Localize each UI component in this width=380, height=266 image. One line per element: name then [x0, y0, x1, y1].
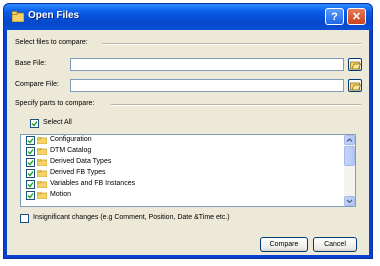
part-checkbox[interactable]	[26, 180, 35, 189]
part-label: Derived Data Types	[50, 158, 112, 165]
scroll-down-button[interactable]	[344, 196, 355, 206]
checkmark-icon	[31, 121, 38, 127]
base-file-label: Base File:	[15, 60, 47, 67]
vertical-scrollbar[interactable]	[344, 135, 355, 206]
open-folder-icon	[350, 61, 361, 70]
folder-icon	[37, 159, 47, 166]
divider	[102, 43, 361, 45]
part-label: Variables and FB Instances	[50, 180, 136, 187]
compare-button[interactable]: Compare	[260, 237, 308, 252]
part-label: Configuration	[50, 136, 92, 143]
folder-icon	[37, 181, 47, 188]
insignificant-changes-checkbox[interactable]	[20, 214, 29, 223]
part-checkbox[interactable]	[26, 169, 35, 178]
part-checkbox[interactable]	[26, 147, 35, 156]
part-label: Derived FB Types	[50, 169, 106, 176]
chevron-up-icon	[346, 138, 353, 142]
part-label: Motion	[50, 191, 72, 198]
compare-file-browse-button[interactable]	[348, 79, 362, 92]
folder-icon	[37, 148, 47, 155]
scroll-thumb[interactable]	[344, 146, 355, 166]
divider	[111, 104, 361, 106]
folder-icon	[37, 137, 47, 144]
specify-parts-heading: Specify parts to compare:	[15, 100, 95, 107]
dialog-body: Select files to compare: Base File: Comp…	[7, 30, 369, 255]
select-all-label: Select All	[43, 119, 72, 126]
cancel-button[interactable]: Cancel	[313, 237, 357, 252]
checkmark-icon	[27, 182, 34, 188]
parts-list[interactable]: Configuration DTM Catalog Derived Data T…	[20, 134, 356, 207]
select-files-heading: Select files to compare:	[15, 39, 88, 46]
part-checkbox[interactable]	[26, 158, 35, 167]
open-files-dialog: Open Files ? ✕ Select files to compare: …	[4, 4, 372, 258]
checkmark-icon	[27, 138, 34, 144]
scroll-up-button[interactable]	[344, 135, 355, 145]
checkmark-icon	[27, 149, 34, 155]
part-checkbox[interactable]	[26, 136, 35, 145]
part-checkbox[interactable]	[26, 191, 35, 200]
chevron-down-icon	[346, 199, 353, 204]
compare-file-input[interactable]	[70, 79, 344, 92]
base-file-browse-button[interactable]	[348, 58, 362, 71]
folder-icon	[37, 192, 47, 199]
close-button[interactable]: ✕	[347, 8, 366, 25]
base-file-input[interactable]	[70, 58, 344, 71]
folder-icon	[12, 11, 24, 22]
checkmark-icon	[27, 171, 34, 177]
folder-icon	[37, 170, 47, 177]
help-button[interactable]: ?	[325, 8, 344, 25]
select-all-checkbox[interactable]	[30, 119, 39, 128]
checkmark-icon	[27, 160, 34, 166]
open-folder-icon	[350, 82, 361, 91]
compare-file-label: Compare File:	[15, 81, 59, 88]
dialog-title: Open Files	[28, 10, 80, 21]
insignificant-changes-label: Insignificant changes (e.g Comment, Posi…	[33, 214, 230, 221]
checkmark-icon	[27, 193, 34, 199]
title-bar[interactable]: Open Files ? ✕	[4, 4, 372, 30]
part-label: DTM Catalog	[50, 147, 92, 154]
